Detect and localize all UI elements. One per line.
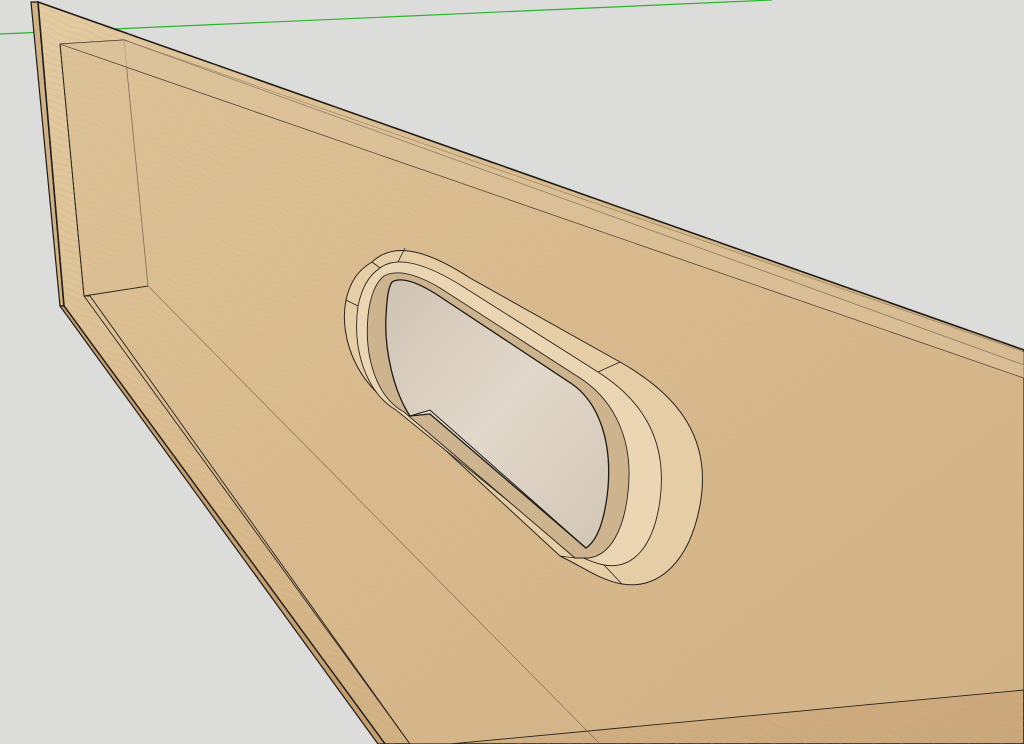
modeling-viewport[interactable] — [0, 0, 1024, 744]
viewport-canvas[interactable] — [0, 0, 1024, 744]
